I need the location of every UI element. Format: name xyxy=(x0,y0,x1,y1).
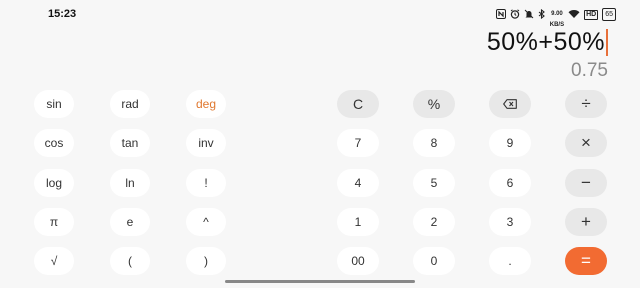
close-paren-button[interactable]: ) xyxy=(186,247,226,275)
double-zero-button[interactable]: 00 xyxy=(337,247,379,275)
digit-0-button[interactable]: 0 xyxy=(413,247,455,275)
calculator-display: 50%+50% 0.75 xyxy=(487,26,608,82)
power-button[interactable]: ^ xyxy=(186,208,226,236)
mute-icon xyxy=(524,9,534,20)
rad-button[interactable]: rad xyxy=(110,90,150,118)
digit-2-button[interactable]: 2 xyxy=(413,208,455,236)
sin-button[interactable]: sin xyxy=(34,90,74,118)
factorial-button[interactable]: ! xyxy=(186,169,226,197)
minus-button[interactable]: − xyxy=(565,169,607,197)
net-speed-value: 9.00 xyxy=(551,11,563,17)
nfc-icon xyxy=(495,9,506,20)
hd-icon: HD xyxy=(584,9,599,20)
digit-1-button[interactable]: 1 xyxy=(337,208,379,236)
digit-3-button[interactable]: 3 xyxy=(489,208,531,236)
alarm-icon xyxy=(510,9,520,20)
divide-button[interactable]: ÷ xyxy=(565,90,607,118)
battery-icon: 65 xyxy=(602,8,616,21)
sqrt-button[interactable]: √ xyxy=(34,247,74,275)
equals-button[interactable]: = xyxy=(565,247,607,275)
expression-input[interactable]: 50%+50% xyxy=(487,28,605,57)
open-paren-button[interactable]: ( xyxy=(110,247,150,275)
decimal-point-button[interactable]: . xyxy=(489,247,531,275)
percent-button[interactable]: % xyxy=(413,90,455,118)
e-button[interactable]: e xyxy=(110,208,150,236)
tan-button[interactable]: tan xyxy=(110,129,150,157)
clear-button[interactable]: C xyxy=(337,90,379,118)
text-cursor xyxy=(606,28,608,56)
status-icons: 9.00 KB/S HD 65 xyxy=(495,8,616,28)
deg-button[interactable]: deg xyxy=(186,90,226,118)
wifi-icon xyxy=(568,9,580,20)
bluetooth-icon xyxy=(538,8,546,20)
result-preview: 0.75 xyxy=(571,60,608,81)
digit-4-button[interactable]: 4 xyxy=(337,169,379,197)
status-time: 15:23 xyxy=(48,8,77,20)
digit-9-button[interactable]: 9 xyxy=(489,129,531,157)
cos-button[interactable]: cos xyxy=(34,129,74,157)
ln-button[interactable]: ln xyxy=(110,169,150,197)
log-button[interactable]: log xyxy=(34,169,74,197)
digit-5-button[interactable]: 5 xyxy=(413,169,455,197)
pi-button[interactable]: π xyxy=(34,208,74,236)
digit-6-button[interactable]: 6 xyxy=(489,169,531,197)
digit-7-button[interactable]: 7 xyxy=(337,129,379,157)
home-indicator[interactable] xyxy=(225,280,415,283)
digit-8-button[interactable]: 8 xyxy=(413,129,455,157)
multiply-button[interactable]: × xyxy=(565,129,607,157)
inv-button[interactable]: inv xyxy=(186,129,226,157)
plus-button[interactable]: + xyxy=(565,208,607,236)
network-speed-icon: 9.00 KB/S xyxy=(550,9,564,28)
backspace-icon xyxy=(503,99,517,109)
backspace-button[interactable] xyxy=(489,90,531,118)
